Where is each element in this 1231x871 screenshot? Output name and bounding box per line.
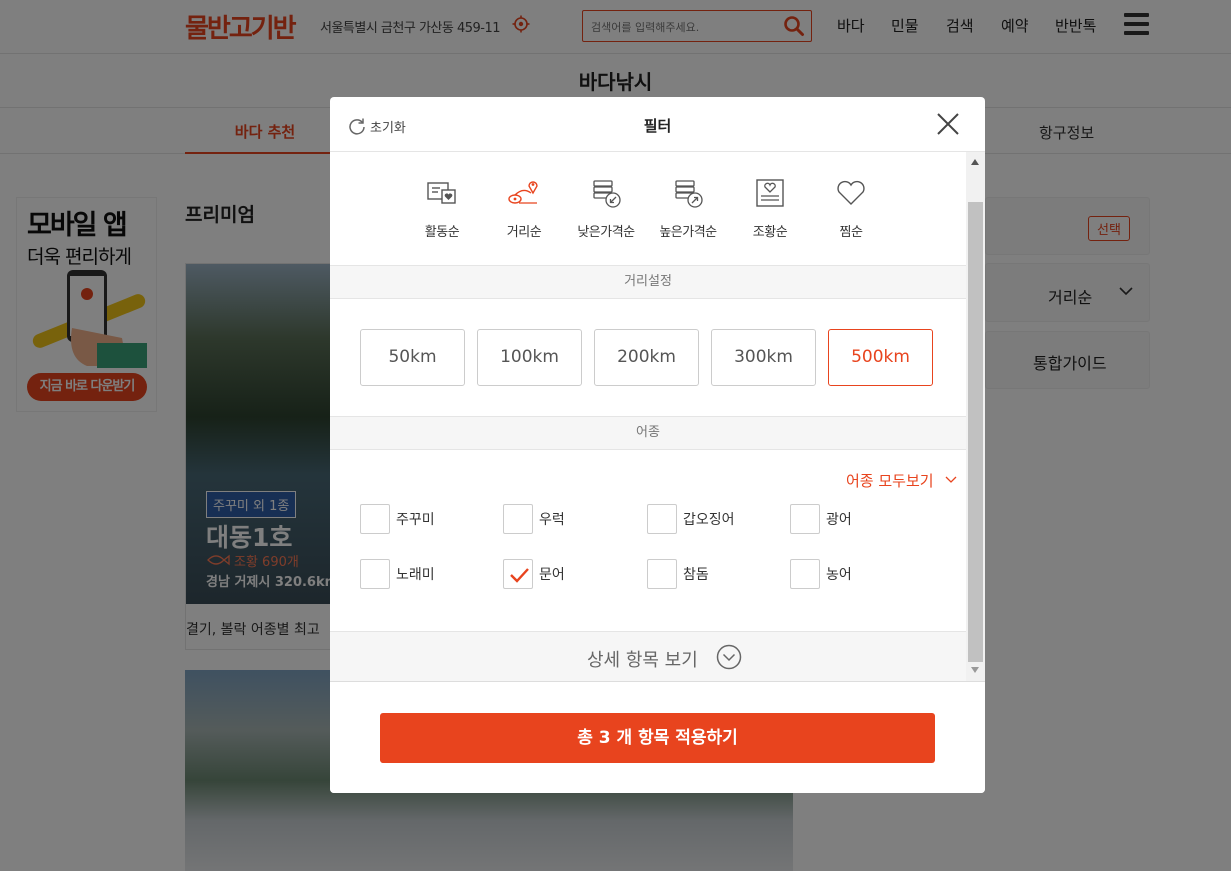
- fish-name: 주꾸미: [396, 512, 435, 528]
- sort-option-label: 높은가격순: [659, 225, 717, 240]
- fish-name: 노래미: [396, 567, 435, 583]
- fish-checkbox-noraemi[interactable]: 노래미: [360, 559, 500, 589]
- fish-name: 농어: [826, 567, 852, 583]
- scroll-up-arrow-icon[interactable]: [971, 159, 979, 165]
- detail-toggle-button[interactable]: 상세 항목 보기: [330, 631, 966, 681]
- sort-option-price-high[interactable]: 높은가격순: [648, 177, 728, 247]
- activity-icon: [427, 182, 456, 204]
- distance-200km-button[interactable]: 200km: [594, 329, 699, 386]
- fish-view-all-link[interactable]: 어종 모두보기: [846, 470, 957, 491]
- fish-name: 문어: [539, 567, 565, 583]
- checkbox[interactable]: [360, 504, 390, 534]
- modal-body: 활동순 거리순 낮은가격순 높은가격순 조황순 찜순 거리설정 50km 100…: [330, 152, 966, 681]
- distance-icon: [508, 181, 538, 204]
- sort-option-distance[interactable]: 거리순: [484, 177, 564, 247]
- fish-checkbox-muneo[interactable]: 문어: [503, 559, 643, 589]
- modal-title: 필터: [643, 117, 672, 135]
- fish-checkbox-chamdom[interactable]: 참돔: [647, 559, 787, 589]
- distance-50km-button[interactable]: 50km: [360, 329, 465, 386]
- price-high-icon: [675, 180, 703, 208]
- modal-scrollbar[interactable]: [966, 152, 985, 681]
- checkbox[interactable]: [647, 559, 677, 589]
- fish-name: 우럭: [539, 512, 565, 528]
- checkbox[interactable]: [360, 559, 390, 589]
- fish-name: 갑오징어: [683, 512, 735, 528]
- close-icon[interactable]: [936, 112, 960, 136]
- fish-section-header: 어종: [330, 416, 966, 450]
- fish-view-all-label: 어종 모두보기: [846, 472, 934, 490]
- checkbox[interactable]: [503, 559, 533, 589]
- checkbox[interactable]: [790, 559, 820, 589]
- fish-checkbox-nongeo[interactable]: 농어: [790, 559, 930, 589]
- fish-checkbox-ureok[interactable]: 우럭: [503, 504, 643, 534]
- fish-name: 광어: [826, 512, 852, 528]
- apply-filter-button[interactable]: 총 3 개 항목 적용하기: [380, 713, 935, 763]
- modal-footer: 총 3 개 항목 적용하기: [330, 681, 985, 793]
- chevron-circle-down-icon: [716, 644, 742, 670]
- heart-icon: [837, 180, 865, 205]
- catch-report-icon: [756, 179, 784, 207]
- checkbox[interactable]: [503, 504, 533, 534]
- sort-option-label: 조황순: [752, 225, 788, 240]
- sort-option-activity[interactable]: 활동순: [402, 177, 482, 247]
- sort-option-like[interactable]: 찜순: [811, 177, 891, 247]
- sort-option-catch[interactable]: 조황순: [730, 177, 810, 247]
- sort-option-label: 활동순: [424, 225, 460, 240]
- fish-name: 참돔: [683, 567, 709, 583]
- distance-section-header: 거리설정: [330, 265, 966, 299]
- checkbox[interactable]: [790, 504, 820, 534]
- check-icon: [510, 568, 529, 583]
- fish-checkbox-gwangeo[interactable]: 광어: [790, 504, 930, 534]
- distance-100km-button[interactable]: 100km: [477, 329, 582, 386]
- price-low-icon: [593, 180, 621, 208]
- distance-300km-button[interactable]: 300km: [711, 329, 816, 386]
- fish-checkbox-jukkumi[interactable]: 주꾸미: [360, 504, 500, 534]
- sort-option-label: 낮은가격순: [577, 225, 635, 240]
- scroll-down-arrow-icon[interactable]: [971, 667, 979, 673]
- chevron-down-icon: [945, 476, 957, 483]
- modal-header: 초기화 필터: [330, 97, 985, 152]
- distance-500km-button[interactable]: 500km: [828, 329, 933, 386]
- checkbox[interactable]: [647, 504, 677, 534]
- fish-checkbox-gabojingeo[interactable]: 갑오징어: [647, 504, 787, 534]
- sort-option-price-low[interactable]: 낮은가격순: [566, 177, 646, 247]
- sort-option-label: 찜순: [839, 225, 863, 240]
- detail-toggle-label: 상세 항목 보기: [587, 650, 698, 671]
- filter-modal: 초기화 필터 활동순 거리순 낮은가격순 높은가격순 조황순 찜순 거리설정 5…: [330, 97, 985, 793]
- scroll-thumb[interactable]: [968, 202, 983, 662]
- sort-option-label: 거리순: [506, 225, 542, 240]
